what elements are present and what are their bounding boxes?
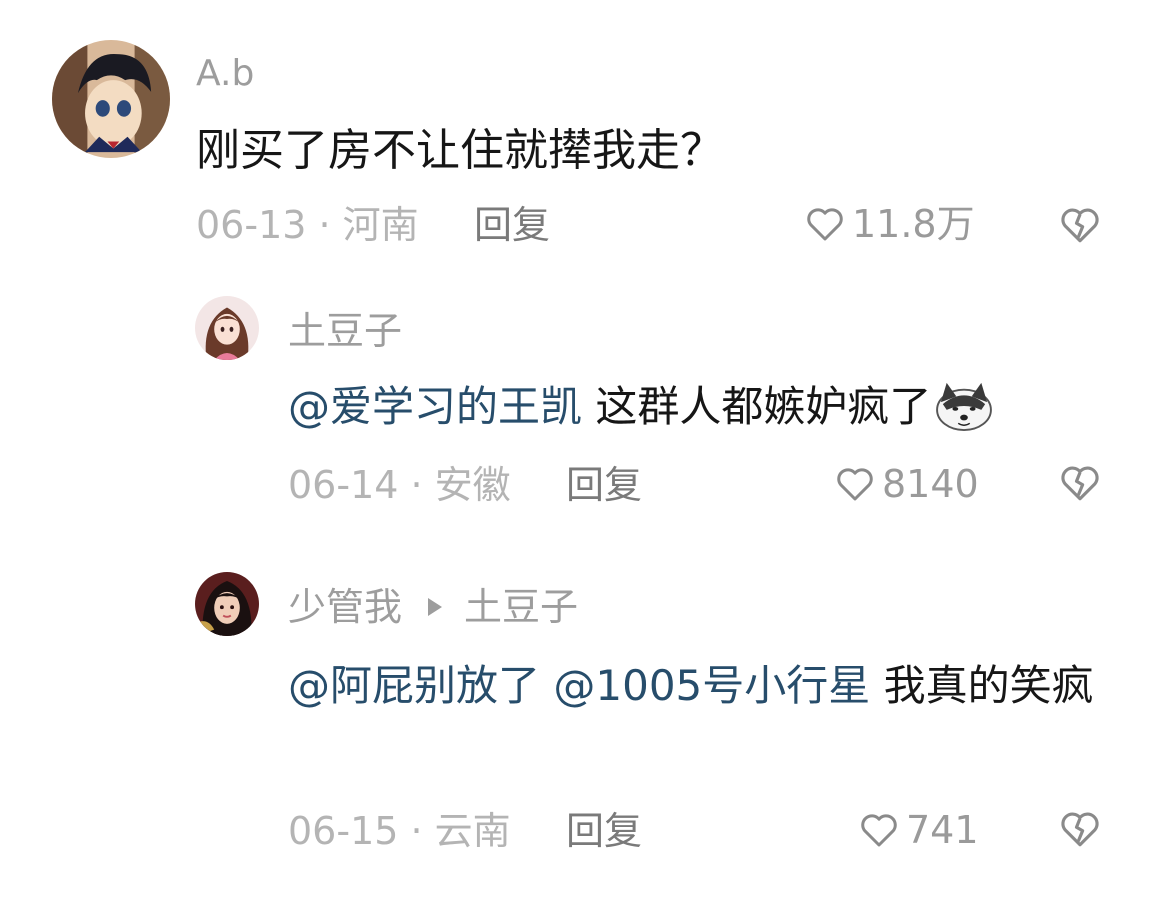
mention-link[interactable]: @1005号小行星 — [553, 661, 870, 710]
comment-author-line: 少管我 土豆子 — [288, 588, 578, 626]
heart-outline-icon — [807, 208, 843, 241]
comment-text: 刚买了房不让住就撵我走？ — [196, 125, 724, 176]
avatar[interactable] — [195, 296, 259, 360]
comment-meta: 06-15 · 云南 — [288, 809, 511, 853]
comment-date: 06-14 — [288, 463, 399, 507]
comment-meta: 06-14 · 安徽 — [288, 463, 511, 507]
heart-outline-icon — [837, 468, 873, 501]
comment-location: 河南 — [342, 203, 419, 247]
like-count: 8140 — [882, 462, 979, 506]
like-button[interactable]: 741 — [858, 810, 979, 850]
like-button[interactable]: 11.8万 — [804, 204, 975, 244]
comment-body: 我真的笑疯 — [870, 661, 1094, 710]
mention-link[interactable]: @阿屁别放了 — [288, 661, 540, 710]
reply-button[interactable]: 回复 — [566, 466, 642, 504]
like-count: 11.8万 — [852, 202, 975, 246]
doge-emoji-icon — [936, 382, 993, 431]
comment-body: 这群人都嫉妒疯了 — [582, 382, 932, 431]
reply-to-user[interactable]: 土豆子 — [464, 585, 578, 629]
comment-author[interactable]: 土豆子 — [288, 312, 402, 350]
reply-button[interactable]: 回复 — [474, 206, 550, 244]
comment-date: 06-13 — [196, 203, 307, 247]
comment-meta: 06-13 · 河南 — [196, 203, 419, 247]
comment-author[interactable]: 少管我 — [288, 585, 402, 629]
broken-heart-icon[interactable] — [1058, 204, 1102, 246]
reply-button[interactable]: 回复 — [566, 812, 642, 850]
comment-location: 安徽 — [434, 463, 511, 507]
comment-location: 云南 — [434, 809, 511, 853]
broken-heart-icon[interactable] — [1058, 462, 1102, 504]
like-count: 741 — [906, 808, 979, 852]
broken-heart-icon[interactable] — [1058, 808, 1102, 850]
avatar[interactable] — [195, 572, 259, 636]
comment-date: 06-15 — [288, 809, 399, 853]
mention-link[interactable]: @爱学习的王凯 — [288, 382, 582, 431]
comment-author[interactable]: A.b — [196, 56, 254, 92]
like-button[interactable]: 8140 — [834, 464, 979, 504]
heart-outline-icon — [861, 814, 897, 847]
avatar[interactable] — [52, 40, 170, 158]
comment-text: @阿屁别放了 @1005号小行星 我真的笑疯 — [288, 654, 1108, 718]
reply-arrow-icon — [428, 597, 443, 616]
comment-text: @爱学习的王凯 这群人都嫉妒疯了 — [288, 380, 993, 435]
